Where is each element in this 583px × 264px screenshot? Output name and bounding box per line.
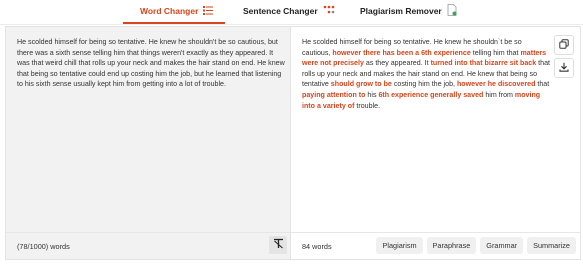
input-footer: (78/1000) words xyxy=(6,232,291,259)
copy-button[interactable] xyxy=(554,35,574,55)
action-buttons: Plagiarism Paraphrase Grammar Summarize xyxy=(376,237,576,254)
output-text-segment: him from xyxy=(483,90,515,99)
changed-phrase[interactable]: should grow to be xyxy=(331,80,392,88)
dots-icon xyxy=(323,5,335,17)
tab-label: Plagiarism Remover xyxy=(360,6,442,16)
grammar-button[interactable]: Grammar xyxy=(480,237,524,254)
tab-divider xyxy=(0,24,583,25)
output-text: He scolded himself for being so tentativ… xyxy=(302,37,550,111)
input-word-count: (78/1000) words xyxy=(17,242,70,251)
download-icon xyxy=(559,59,569,77)
input-text[interactable]: He scolded himself for being so tentativ… xyxy=(17,37,285,90)
tab-label: Word Changer xyxy=(140,6,199,16)
summarize-button[interactable]: Summarize xyxy=(527,237,576,254)
tab-bar: Word Changer Sentence Changer Plagiarism… xyxy=(0,0,583,24)
output-text-segment: trouble. xyxy=(354,101,381,110)
output-text-segment: that xyxy=(535,80,550,89)
changed-phrase[interactable]: 6th experience generally saved xyxy=(378,91,483,99)
input-panel: He scolded himself for being so tentativ… xyxy=(5,26,291,260)
output-panel: He scolded himself for being so tentativ… xyxy=(290,26,581,260)
copy-icon xyxy=(559,36,569,54)
tab-plagiarism-remover[interactable]: Plagiarism Remover xyxy=(360,0,457,22)
output-word-count: 84 words xyxy=(302,242,332,251)
changed-phrase[interactable]: however there has been a 6th experience xyxy=(332,49,470,57)
clear-format-icon xyxy=(273,236,284,254)
document-icon xyxy=(447,4,457,18)
output-text-segment: as they appeared. It xyxy=(363,59,431,68)
output-footer: 84 words Plagiarism Paraphrase Grammar S… xyxy=(291,232,580,259)
clear-text-button[interactable] xyxy=(269,236,287,254)
output-text-segment: telling him that xyxy=(470,48,521,57)
paraphrase-button[interactable]: Paraphrase xyxy=(426,237,477,254)
download-button[interactable] xyxy=(554,58,574,78)
plagiarism-button[interactable]: Plagiarism xyxy=(376,237,423,254)
list-icon xyxy=(203,5,214,17)
tab-sentence-changer[interactable]: Sentence Changer xyxy=(243,0,335,22)
changed-phrase[interactable]: however he discovered xyxy=(457,80,535,88)
changed-phrase[interactable]: paying attention to xyxy=(302,91,365,99)
tab-label: Sentence Changer xyxy=(243,6,318,16)
changed-phrase[interactable]: turned into that bizarre sit back xyxy=(431,59,537,67)
output-text-segment: costing him the job, xyxy=(391,80,457,89)
output-text-segment: his xyxy=(365,90,379,99)
tab-word-changer[interactable]: Word Changer xyxy=(140,0,214,22)
